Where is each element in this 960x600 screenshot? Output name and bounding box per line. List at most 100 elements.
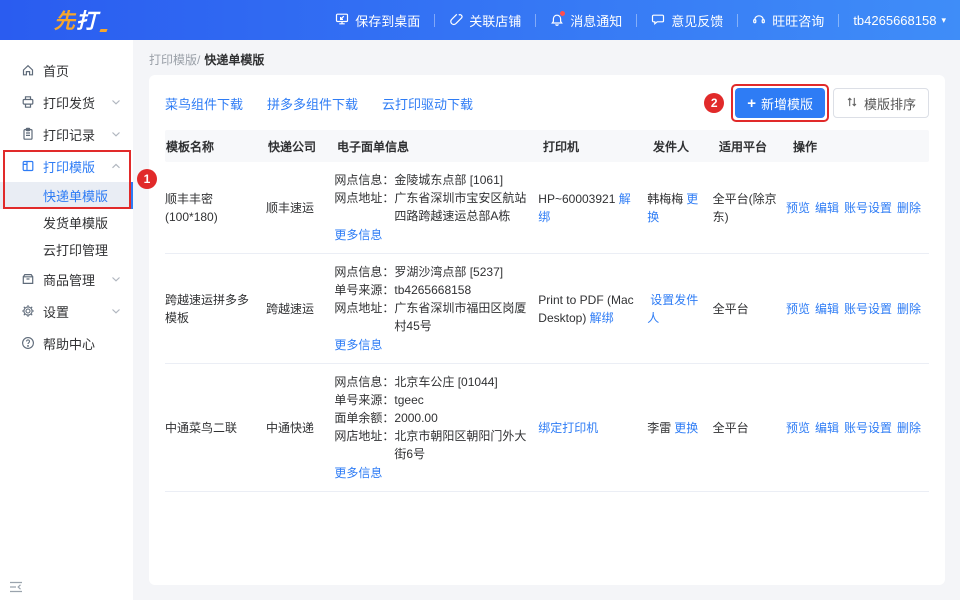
sidebar-item-print-templates[interactable]: 打印模版 <box>0 150 133 182</box>
link-shop-label: 关联店铺 <box>469 11 521 30</box>
preview-link[interactable]: 预览 <box>786 419 810 437</box>
waybill-value: 广东省深圳市宝安区航站四路跨越速运总部A栋 <box>394 189 530 225</box>
sidebar-item-print-records[interactable]: 打印记录 <box>0 118 133 150</box>
sender-cell: 设置发件人 <box>647 291 712 327</box>
waybill-value: 北京车公庄 [01044] <box>394 373 530 391</box>
caret-down-icon: ▾ <box>941 16 946 25</box>
sidebar-sublabel-shipping-template: 发货单模版 <box>43 213 108 232</box>
account-settings-link[interactable]: 账号设置 <box>844 419 892 437</box>
waybill-label: 单号来源： <box>334 281 394 299</box>
save-to-desktop-button[interactable]: 保存到桌面 <box>335 11 420 30</box>
chevron-down-icon <box>111 98 121 106</box>
delete-link[interactable]: 删除 <box>897 300 921 318</box>
table-row: 顺丰丰密(100*180) 顺丰速运 网点信息：金陵城东点部 [1061] 网点… <box>165 162 929 254</box>
set-sender-link[interactable]: 设置发件人 <box>647 293 698 325</box>
more-info-link[interactable]: 更多信息 <box>334 336 382 354</box>
sidebar-sublabel-cloud-print: 云打印管理 <box>43 240 108 259</box>
chevron-down-icon <box>111 130 121 138</box>
templates-table: 模板名称 快递公司 电子面单信息 打印机 发件人 适用平台 操作 顺丰丰密(10… <box>165 130 929 492</box>
home-icon <box>21 63 35 77</box>
account-settings-link[interactable]: 账号设置 <box>844 199 892 217</box>
nav-divider <box>636 14 637 27</box>
table-row: 中通菜鸟二联 中通快递 网点信息：北京车公庄 [01044] 单号来源：tgee… <box>165 364 929 492</box>
add-template-label: 新增模版 <box>761 94 813 113</box>
nav-divider <box>535 14 536 27</box>
col-header-actions: 操作 <box>792 138 929 155</box>
col-header-template-name: 模板名称 <box>165 138 267 155</box>
sidebar-subitem-shipping-template[interactable]: 发货单模版 <box>0 209 133 236</box>
preview-link[interactable]: 预览 <box>786 199 810 217</box>
notification-dot <box>560 11 565 16</box>
collapse-sidebar-icon[interactable] <box>9 580 23 592</box>
printer-name: Print to PDF (Mac Desktop) <box>538 293 633 325</box>
cloud-print-driver-download-link[interactable]: 云打印驱动下载 <box>382 94 473 113</box>
waybill-value: 2000.00 <box>394 409 530 427</box>
printer-cell: HP~60003921 解绑 <box>538 190 647 226</box>
sidebar-item-goods[interactable]: 商品管理 <box>0 263 133 295</box>
sender-name: 李雷 <box>647 421 671 435</box>
edit-link[interactable]: 编辑 <box>815 199 839 217</box>
sidebar-label-print-templates: 打印模版 <box>43 157 111 176</box>
nav-divider <box>434 14 435 27</box>
nav-divider <box>737 14 738 27</box>
sort-arrows-icon <box>846 96 858 111</box>
actions-cell: 预览 编辑 账号设置 删除 <box>786 300 929 318</box>
sort-templates-button[interactable]: 模版排序 <box>833 88 929 118</box>
link-shop-button[interactable]: 关联店铺 <box>449 11 521 30</box>
waybill-value: 北京市朝阳区朝阳门外大街6号 <box>394 427 530 463</box>
waybill-value: tb4265668158 <box>394 281 530 299</box>
wangwang-consult-label: 旺旺咨询 <box>772 11 824 30</box>
sidebar-subitem-cloud-print[interactable]: 云打印管理 <box>0 236 133 263</box>
delete-link[interactable]: 删除 <box>897 419 921 437</box>
change-sender-link[interactable]: 更换 <box>674 421 698 435</box>
sidebar-item-home[interactable]: 首页 <box>0 54 133 86</box>
platform-cell: 全平台 <box>713 419 786 437</box>
sidebar-item-print-ship[interactable]: 打印发货 <box>0 86 133 118</box>
more-info-link[interactable]: 更多信息 <box>334 464 382 482</box>
waybill-label: 网点信息： <box>334 171 394 189</box>
template-name: 中通菜鸟二联 <box>165 419 266 437</box>
more-info-link[interactable]: 更多信息 <box>334 226 382 244</box>
feedback-icon <box>651 12 665 29</box>
waybill-label: 网点信息： <box>334 373 394 391</box>
help-question-icon <box>21 336 35 350</box>
sidebar-item-settings[interactable]: 设置 <box>0 295 133 327</box>
waybill-value: 金陵城东点部 [1061] <box>394 171 530 189</box>
add-template-button[interactable]: + 新增模版 <box>735 88 825 118</box>
col-header-waybill-info: 电子面单信息 <box>336 138 542 155</box>
table-header-row: 模板名称 快递公司 电子面单信息 打印机 发件人 适用平台 操作 <box>165 130 929 162</box>
waybill-label: 网点地址： <box>334 189 394 225</box>
edit-link[interactable]: 编辑 <box>815 300 839 318</box>
top-nav: 保存到桌面 关联店铺 消息通知 意见反馈 <box>335 11 946 30</box>
bind-printer-link[interactable]: 绑定打印机 <box>538 421 598 435</box>
waybill-label: 网点地址： <box>334 299 394 335</box>
account-dropdown[interactable]: tb4265668158 ▾ <box>853 13 946 28</box>
waybill-info-cell: 网点信息：北京车公庄 [01044] 单号来源：tgeec 面单余额：2000.… <box>334 373 538 482</box>
nav-divider <box>838 14 839 27</box>
edit-link[interactable]: 编辑 <box>815 419 839 437</box>
gear-icon <box>21 304 35 318</box>
cainiao-component-download-link[interactable]: 菜鸟组件下载 <box>165 94 243 113</box>
preview-link[interactable]: 预览 <box>786 300 810 318</box>
account-settings-link[interactable]: 账号设置 <box>844 300 892 318</box>
waybill-value: 广东省深圳市福田区岗厦村45号 <box>394 299 530 335</box>
breadcrumb-parent[interactable]: 打印模版/ <box>149 51 200 68</box>
top-header: 先 打 保存到桌面 关联店铺 消息通知 <box>0 0 960 40</box>
notifications-button[interactable]: 消息通知 <box>550 11 622 30</box>
content-card: 菜鸟组件下载 拼多多组件下载 云打印驱动下载 2 + 新增模版 模版排序 <box>149 75 945 585</box>
wangwang-consult-button[interactable]: 旺旺咨询 <box>752 11 824 30</box>
printer-cell: Print to PDF (Mac Desktop) 解绑 <box>538 291 647 327</box>
breadcrumb: 打印模版/ 快递单模版 <box>133 40 960 68</box>
sender-cell: 韩梅梅更换 <box>647 190 712 226</box>
delete-link[interactable]: 删除 <box>897 199 921 217</box>
waybill-info-cell: 网点信息：罗湖沙湾点部 [5237] 单号来源：tb4265668158 网点地… <box>334 263 538 354</box>
printer-cell: 绑定打印机 <box>538 419 647 437</box>
waybill-label: 网点信息： <box>334 263 394 281</box>
paperclip-icon <box>449 12 463 29</box>
pdd-component-download-link[interactable]: 拼多多组件下载 <box>267 94 358 113</box>
sidebar-label-print-records: 打印记录 <box>43 125 111 144</box>
sidebar-item-help[interactable]: 帮助中心 <box>0 327 133 359</box>
sidebar-subitem-express-template[interactable]: 快递单模版 <box>0 182 133 209</box>
feedback-button[interactable]: 意见反馈 <box>651 11 723 30</box>
unbind-printer-link[interactable]: 解绑 <box>590 311 614 325</box>
